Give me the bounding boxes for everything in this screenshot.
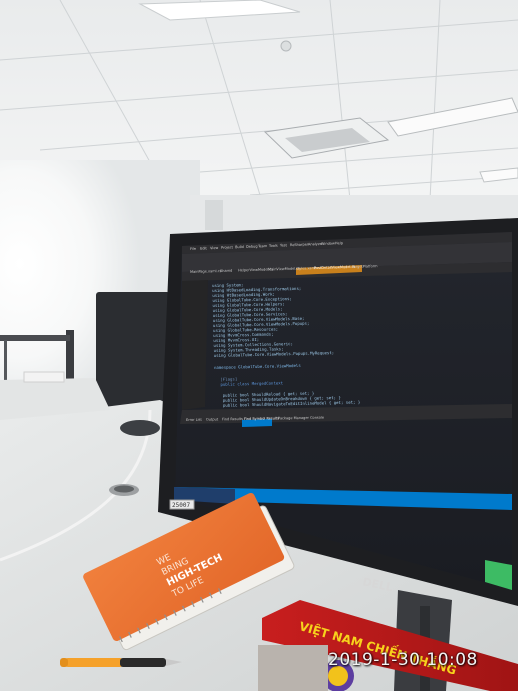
menu-edit[interactable]: Edit <box>200 246 207 250</box>
menu-file[interactable]: File <box>190 247 196 251</box>
code-editor[interactable]: using System; using HtBasedLoading.Trans… <box>212 277 506 434</box>
ide-gutter <box>182 280 208 410</box>
pen-cap <box>60 658 68 667</box>
menu-team[interactable]: Team <box>258 244 267 248</box>
paper <box>23 371 65 383</box>
menu-project[interactable]: Project <box>221 245 233 249</box>
menu-resharper[interactable]: ReSharper <box>290 242 308 247</box>
menu-build[interactable]: Build <box>235 245 244 249</box>
tab-postdetailviewmodel[interactable]: PostDetailViewModel.cs <box>314 265 355 270</box>
tab-error-list[interactable]: Error List <box>186 418 202 422</box>
menu-tools[interactable]: Tools <box>269 244 278 248</box>
menu-view[interactable]: View <box>210 246 218 250</box>
code-line: public bool ShouldNavigateToEditInlineMo… <box>222 399 361 408</box>
pillar <box>205 200 223 230</box>
tab-output[interactable]: Output <box>206 417 218 421</box>
tab-mainpage[interactable]: MainPage.xaml.cs <box>190 269 222 274</box>
photo-timestamp: 2019-1-30 10:08 <box>328 650 478 670</box>
monitor-arm-bar <box>0 335 70 341</box>
menu-test[interactable]: Test <box>280 243 287 247</box>
pen-grip <box>120 658 166 667</box>
office-photo: WE BRING HIGH-TECH TO LIFE VIỆT NAM CHIẾ… <box>0 0 518 691</box>
mouse <box>120 420 160 436</box>
tab-find-results[interactable]: Find Results <box>222 417 243 421</box>
cable-grommet-hole <box>114 485 134 493</box>
stand-pole <box>4 340 7 380</box>
tab-shared[interactable]: Shared <box>220 269 232 273</box>
tab-package-manager-console[interactable]: Package Manager Console <box>278 416 324 421</box>
tab-targetplatform[interactable]: TargetPlatform <box>352 264 378 269</box>
menu-help[interactable]: Help <box>335 241 343 245</box>
namespace-line: namespace GlobalTube.Core.ViewModels <box>213 362 301 370</box>
menu-analyze[interactable]: Analyze <box>308 242 322 247</box>
tab-find-symbol-results[interactable]: Find Symbol Results <box>244 416 279 421</box>
smoke-detector <box>280 40 292 52</box>
pen-body <box>64 658 124 667</box>
pen <box>60 658 182 667</box>
code-line: public class MergedContext <box>220 380 284 387</box>
asset-tag-text: 25007 <box>172 502 190 509</box>
object <box>258 645 328 691</box>
background-monitor <box>96 292 170 410</box>
menu-window[interactable]: Window <box>321 241 335 246</box>
menu-debug[interactable]: Debug <box>246 244 258 248</box>
code-line: using GlobalTube.Core.ViewModels.Popups.… <box>213 350 335 358</box>
